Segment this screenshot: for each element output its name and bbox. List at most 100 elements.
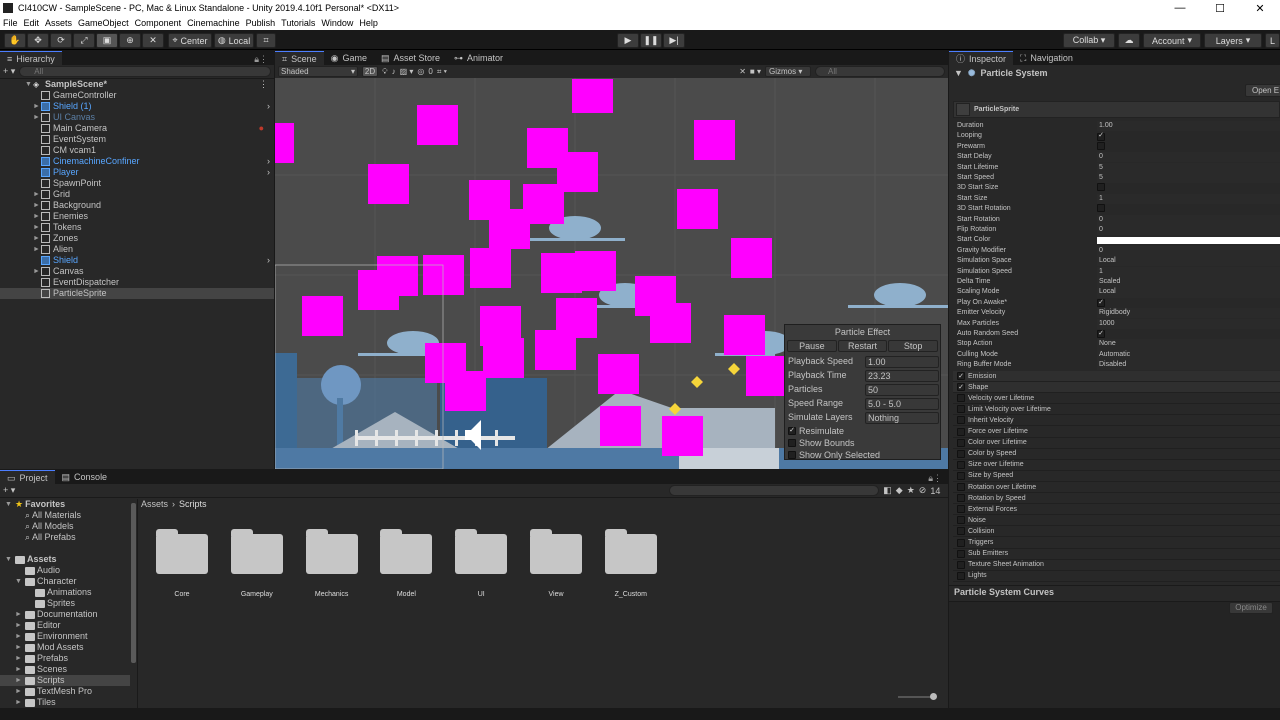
maximize-icon[interactable]: ☐: [1200, 0, 1240, 16]
property-value[interactable]: [1097, 183, 1280, 193]
grid-toggle-icon[interactable]: ⌗ ▾: [437, 67, 447, 77]
expand-arrow-icon[interactable]: ►: [32, 244, 41, 255]
layers-dropdown[interactable]: Layers ▾: [1204, 33, 1262, 48]
pause-button[interactable]: ❚❚: [640, 33, 662, 48]
hierarchy-item[interactable]: ► UI Canvas: [0, 112, 274, 123]
module-toggle[interactable]: [957, 516, 965, 525]
expand-arrow-icon[interactable]: ►: [32, 112, 41, 123]
expand-arrow-icon[interactable]: ►: [32, 222, 41, 233]
module-toggle[interactable]: [957, 483, 965, 491]
module-toggle[interactable]: [957, 471, 965, 480]
tab-project[interactable]: ▭ Project: [0, 470, 55, 484]
menu-window[interactable]: Window: [321, 16, 353, 30]
menu-assets[interactable]: Assets: [45, 16, 72, 30]
particle-system-tab[interactable]: ParticleSprite: [953, 101, 1280, 118]
module-toggle[interactable]: [957, 494, 965, 503]
prefab-open-arrow-icon[interactable]: ›: [267, 167, 270, 178]
hierarchy-search-input[interactable]: All: [19, 66, 271, 77]
expand-arrow-icon[interactable]: ►: [14, 697, 23, 708]
module-header[interactable]: Color over Lifetime: [953, 438, 1280, 449]
tab-animator[interactable]: ⊶ Animator: [447, 51, 510, 65]
folder-item[interactable]: Z_Custom: [603, 529, 659, 600]
grid-snap-icon[interactable]: ⌗: [256, 33, 276, 48]
optimize-button[interactable]: Optimize: [1229, 602, 1273, 614]
module-toggle[interactable]: [957, 427, 965, 436]
menu-tutorials[interactable]: Tutorials: [281, 16, 315, 30]
close-icon[interactable]: ✕: [1240, 0, 1280, 16]
module-header[interactable]: Rotation over Lifetime: [953, 482, 1280, 493]
checkbox[interactable]: ✓: [1097, 330, 1105, 339]
gizmos-dropdown[interactable]: Gizmos ▾: [765, 66, 811, 77]
account-dropdown[interactable]: Account ▾: [1143, 33, 1201, 48]
project-tree-item[interactable]: ► Scenes: [0, 664, 130, 675]
project-tree-item[interactable]: ⌕ All Prefabs: [0, 532, 130, 543]
expand-arrow-icon[interactable]: ►: [14, 609, 23, 620]
hierarchy-item[interactable]: SpawnPoint: [0, 178, 274, 189]
expand-arrow-icon[interactable]: ►: [32, 189, 41, 200]
cloud-icon[interactable]: ☁: [1118, 33, 1140, 48]
prefab-open-arrow-icon[interactable]: ›: [267, 255, 270, 266]
checkbox[interactable]: [1097, 204, 1105, 213]
stop-effect-button[interactable]: Stop: [888, 340, 939, 352]
hierarchy-item[interactable]: GameController: [0, 90, 274, 101]
rotate-tool-icon[interactable]: ⟳: [50, 33, 72, 48]
project-lock-icon[interactable]: 🔒︎⋮: [928, 473, 942, 484]
particle-effect-value[interactable]: 50: [865, 383, 939, 396]
camera-icon[interactable]: ■ ▾: [750, 67, 761, 76]
hierarchy-item[interactable]: EventDispatcher: [0, 277, 274, 288]
particle-effect-option[interactable]: Show Bounds: [785, 437, 941, 449]
particle-effect-value[interactable]: 5.0 - 5.0: [865, 397, 939, 410]
restart-effect-button[interactable]: Restart: [837, 340, 888, 352]
module-header[interactable]: Size over Lifetime: [953, 460, 1280, 471]
hierarchy-item[interactable]: CM vcam1: [0, 145, 274, 156]
component-header[interactable]: ▼ ✺ Particle System: [949, 65, 1280, 81]
breadcrumb-assets[interactable]: Assets: [141, 499, 168, 509]
prefab-open-arrow-icon[interactable]: ›: [267, 101, 270, 112]
project-tree-item[interactable]: ► Documentation: [0, 609, 130, 620]
pivot-local-button[interactable]: ◍ Local: [214, 33, 254, 48]
hierarchy-item[interactable]: ParticleSprite: [0, 288, 274, 299]
visibility-icon[interactable]: ◎: [417, 67, 424, 76]
menu-component[interactable]: Component: [135, 16, 182, 30]
expand-arrow-icon[interactable]: ►: [14, 675, 23, 686]
module-header[interactable]: ✓ Shape: [953, 382, 1280, 394]
hierarchy-item[interactable]: Main Camera ●: [0, 123, 274, 134]
expand-arrow-icon[interactable]: ►: [32, 101, 41, 112]
custom-tool-icon[interactable]: ✕: [142, 33, 164, 48]
module-toggle[interactable]: [957, 394, 965, 403]
expand-arrow-icon[interactable]: ▼: [4, 499, 13, 510]
module-toggle[interactable]: [957, 560, 965, 569]
property-value[interactable]: 1: [1097, 193, 1280, 205]
collab-button[interactable]: Collab ▾: [1063, 33, 1115, 48]
project-tree-item[interactable]: ▼ Character: [0, 576, 130, 587]
project-add-icon[interactable]: + ▾: [3, 485, 15, 496]
expand-arrow-icon[interactable]: ▼: [4, 554, 13, 565]
move-tool-icon[interactable]: ✥: [27, 33, 49, 48]
menu-help[interactable]: Help: [359, 16, 378, 30]
particle-effect-value[interactable]: Nothing: [865, 411, 939, 424]
project-tree-item[interactable]: ► Mod Assets: [0, 642, 130, 653]
audio-icon[interactable]: ♪: [392, 67, 396, 76]
folder-item[interactable]: Mechanics: [304, 529, 360, 600]
tools-icon[interactable]: ✕: [739, 67, 746, 76]
foldout-arrow-icon[interactable]: ▼: [954, 68, 963, 78]
menu-cinemachine[interactable]: Cinemachine: [187, 16, 240, 30]
module-header[interactable]: ✓ Emission: [953, 371, 1280, 382]
hierarchy-item[interactable]: ► Tokens: [0, 222, 274, 233]
expand-arrow-icon[interactable]: ►: [14, 653, 23, 664]
hierarchy-item[interactable]: EventSystem: [0, 134, 274, 145]
hierarchy-item[interactable]: CinemachineConfiner ›: [0, 156, 274, 167]
property-value[interactable]: Rigidbody: [1097, 308, 1280, 319]
property-value[interactable]: Scaled: [1097, 277, 1280, 288]
expand-arrow-icon[interactable]: ▼: [14, 576, 23, 587]
hierarchy-item[interactable]: Player ›: [0, 167, 274, 178]
breadcrumb-scripts[interactable]: Scripts: [179, 499, 207, 509]
module-toggle[interactable]: [957, 460, 965, 469]
property-value[interactable]: 5: [1097, 162, 1280, 173]
favorite-icon[interactable]: ★: [907, 485, 915, 496]
zoom-slider-track[interactable]: [898, 696, 934, 698]
module-header[interactable]: Triggers: [953, 538, 1280, 549]
zoom-slider-thumb[interactable]: [930, 693, 937, 700]
module-header[interactable]: Rotation by Speed: [953, 493, 1280, 505]
module-toggle[interactable]: [957, 416, 965, 425]
